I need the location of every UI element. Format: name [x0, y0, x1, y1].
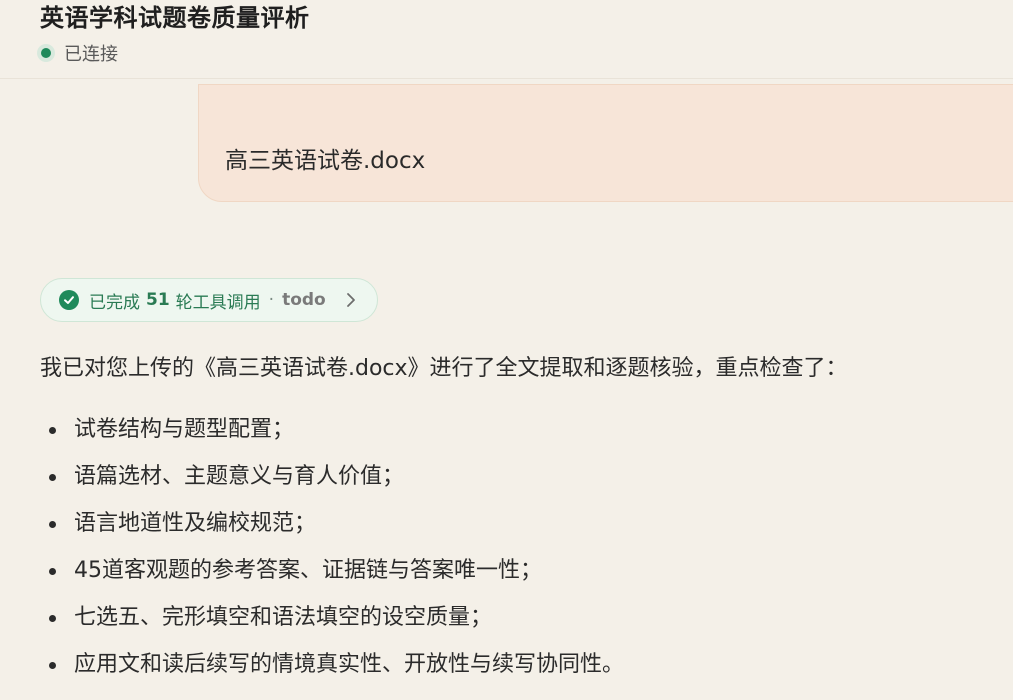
- tool-summary-suffix: 轮工具调用: [175, 292, 261, 313]
- list-item-text: 应用文和读后续写的情境真实性、开放性与续写协同性。: [74, 652, 625, 677]
- tool-calls-summary-chip[interactable]: 已完成 51 轮工具调用 · todo: [40, 278, 378, 322]
- tool-summary-separator: ·: [268, 290, 275, 310]
- check-circle-icon: [59, 290, 79, 310]
- bullet-icon: [49, 474, 56, 481]
- conversation-header: 英语学科试题卷质量评析 已连接: [0, 0, 1013, 79]
- bullet-icon: [49, 521, 56, 528]
- list-item-text: 语言地道性及编校规范；: [74, 511, 317, 536]
- connection-status-label: 已连接: [64, 44, 118, 65]
- page-title: 英语学科试题卷质量评析: [40, 4, 310, 32]
- chevron-right-icon[interactable]: [343, 289, 359, 311]
- chat-page: 英语学科试题卷质量评析 已连接 高三英语试卷.docx 已完成 51 轮工具调用…: [0, 0, 1013, 700]
- list-item: 应用文和读后续写的情境真实性、开放性与续写协同性。: [40, 649, 1000, 696]
- list-item: 语篇选材、主题意义与育人价值；: [40, 461, 1000, 508]
- tool-summary-prefix: 已完成: [89, 292, 140, 313]
- tool-call-count: 51: [146, 290, 170, 310]
- bullet-icon: [49, 568, 56, 575]
- list-item: 45道客观题的参考答案、证据链与答案唯一性；: [40, 555, 1000, 602]
- list-item-text: 45道客观题的参考答案、证据链与答案唯一性；: [74, 558, 542, 583]
- list-item-text: 语篇选材、主题意义与育人价值；: [74, 464, 405, 489]
- list-item: 语言地道性及编校规范；: [40, 508, 1000, 555]
- check-items-list: 试卷结构与题型配置； 语篇选材、主题意义与育人价值； 语言地道性及编校规范； 4…: [40, 414, 1000, 696]
- bullet-icon: [49, 427, 56, 434]
- list-item: 七选五、完形填空和语法填空的设空质量；: [40, 602, 1000, 649]
- connected-dot-icon: [41, 48, 51, 58]
- list-item-text: 七选五、完形填空和语法填空的设空质量；: [74, 605, 493, 630]
- tool-summary-tag: todo: [282, 290, 326, 310]
- assistant-message-intro: 我已对您上传的《高三英语试卷.docx》进行了全文提取和逐题核验，重点检查了：: [40, 356, 848, 381]
- user-upload-message: 高三英语试卷.docx: [198, 84, 1013, 202]
- list-item: 试卷结构与题型配置；: [40, 414, 1000, 461]
- list-item-text: 试卷结构与题型配置；: [74, 417, 295, 442]
- uploaded-file-name[interactable]: 高三英语试卷.docx: [225, 145, 425, 177]
- bullet-icon: [49, 662, 56, 669]
- connection-status: 已连接: [36, 42, 118, 65]
- bullet-icon: [49, 615, 56, 622]
